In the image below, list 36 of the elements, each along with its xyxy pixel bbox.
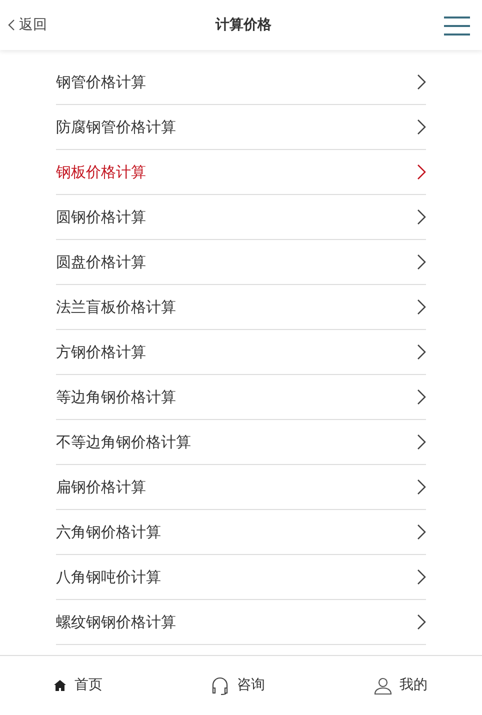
calculator-list-item[interactable]: 八角钢吨价计算 xyxy=(56,555,426,600)
page-title: 计算价格 xyxy=(216,16,272,34)
home-icon xyxy=(54,680,66,691)
chevron-right-icon xyxy=(417,209,426,225)
chevron-right-icon xyxy=(417,344,426,360)
chevron-right-icon xyxy=(417,434,426,450)
calculator-list-item[interactable]: 钢管价格计算 xyxy=(56,60,426,105)
calculator-list-item[interactable]: 螺纹钢钢价格计算 xyxy=(56,600,426,645)
chevron-right-icon xyxy=(417,254,426,270)
calculator-list-item[interactable]: 防腐钢管价格计算 xyxy=(56,105,426,150)
chevron-right-icon xyxy=(417,119,426,135)
headset-icon xyxy=(210,676,229,694)
chevron-right-icon xyxy=(417,74,426,90)
chevron-right-icon xyxy=(417,614,426,630)
calculator-list-item[interactable]: 法兰盲板价格计算 xyxy=(56,285,426,330)
calculator-list-item[interactable]: 圆盘价格计算 xyxy=(56,240,426,285)
calculator-list-item[interactable]: 六角钢价格计算 xyxy=(56,510,426,555)
chevron-right-icon xyxy=(417,299,426,315)
calculator-list-item[interactable]: 方钢价格计算 xyxy=(56,330,426,375)
chevron-right-icon xyxy=(417,389,426,405)
calculator-list-item[interactable]: 钢板价格计算 xyxy=(56,150,426,195)
chevron-right-icon xyxy=(417,164,426,180)
chevron-left-icon xyxy=(8,19,15,31)
calculator-list-item[interactable]: 不等边角钢价格计算 xyxy=(56,420,426,465)
calculator-list-item[interactable]: 等边角钢价格计算 xyxy=(56,375,426,420)
menu-icon xyxy=(444,16,470,36)
back-link[interactable]: 返回 xyxy=(8,14,47,36)
chevron-right-icon xyxy=(417,524,426,540)
calculator-list-item[interactable]: 圆钢价格计算 xyxy=(56,195,426,240)
tab-bar-item[interactable]: 咨询 xyxy=(210,675,265,696)
calculator-list-item[interactable]: 扁钢价格计算 xyxy=(56,465,426,510)
user-icon xyxy=(374,676,392,694)
tab-bar-item[interactable]: 我的 xyxy=(374,675,428,696)
chevron-right-icon xyxy=(417,479,426,495)
tab-bar-item[interactable]: 首页 xyxy=(54,675,102,696)
chevron-right-icon xyxy=(417,569,426,585)
